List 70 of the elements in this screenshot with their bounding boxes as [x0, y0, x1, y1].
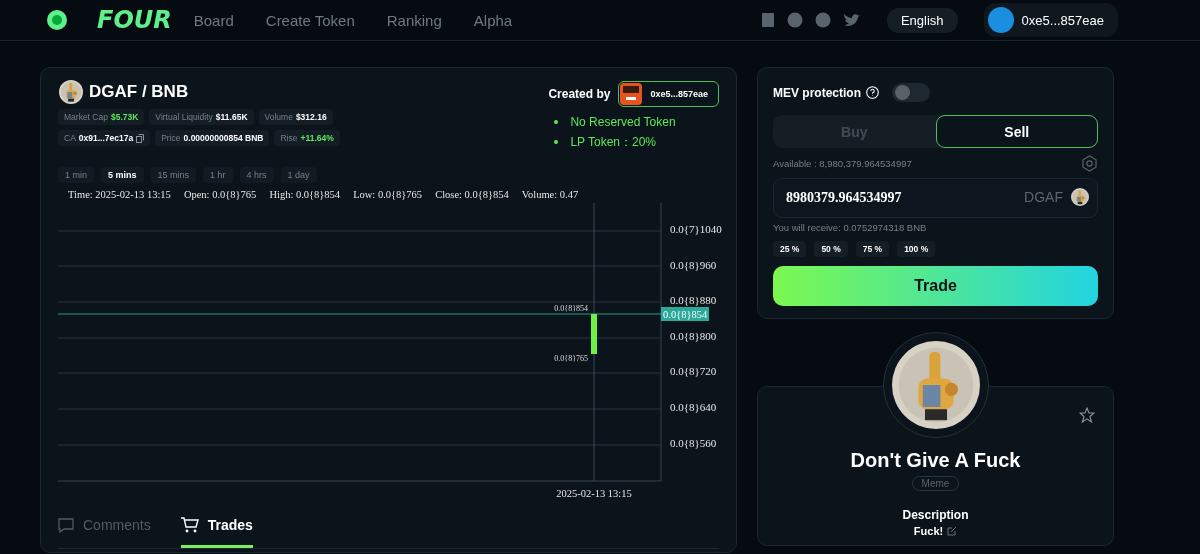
y-axis-label: 0.0{8}640 — [670, 401, 717, 413]
section-tab[interactable]: Trades — [180, 509, 253, 548]
chart-legend: Low: 0.0{8}765 — [353, 189, 423, 203]
twitter-icon[interactable] — [842, 13, 861, 27]
nav-link[interactable]: Alpha — [473, 11, 513, 29]
star-icon[interactable] — [1079, 407, 1095, 423]
pair-title: DGAF / BNB — [89, 82, 189, 102]
stat-chip: Volume $312.16 — [258, 109, 333, 125]
high-label: 0.0{8}854 — [554, 304, 588, 313]
price-tag: 0.0{8}854 — [661, 307, 709, 321]
robot-avatar-icon — [620, 83, 643, 105]
interval-tab[interactable]: 4 hrs — [239, 167, 274, 183]
logo-text: FOUR — [97, 6, 172, 34]
stat-chip: Virtual Liquidity $11.65K — [149, 109, 254, 125]
available-balance: Available : 8,980,379.964534997 — [773, 158, 912, 169]
token-symbol: DGAF — [1024, 189, 1063, 205]
bullet-icon — [554, 120, 559, 124]
trade-button[interactable]: Trade — [773, 266, 1098, 306]
chat-icon — [58, 517, 74, 533]
edit-icon[interactable] — [947, 526, 958, 536]
y-axis-label: 0.0{8}560 — [670, 437, 717, 449]
interval-tab[interactable]: 1 day — [280, 167, 317, 183]
stat-chip: Market Cap $5.73K — [58, 109, 145, 125]
token-note: No Reserved Token — [570, 115, 676, 129]
receive-estimate: You will receive: 0.0752974318 BNB — [773, 222, 928, 233]
interval-tab[interactable]: 15 mins — [150, 167, 197, 183]
y-axis-label: 0.0{8}880 — [670, 294, 717, 306]
creator-address[interactable]: 0xe5...857eae — [618, 81, 719, 107]
y-axis-label: 0.0{8}960 — [670, 259, 717, 271]
percent-button[interactable]: 50 % — [814, 241, 848, 257]
copy-icon[interactable] — [136, 133, 145, 143]
low-label: 0.0{8}765 — [554, 354, 588, 363]
logo-icon — [45, 8, 69, 32]
x-axis-label: 2025-02-13 13:15 — [556, 488, 632, 499]
y-axis-label: 0.0{8}800 — [670, 330, 717, 342]
interval-tab[interactable]: 1 min — [58, 167, 94, 183]
mev-label: MEV protection — [773, 85, 861, 100]
settings-icon[interactable] — [1081, 155, 1098, 172]
candlestick — [591, 314, 597, 354]
created-by-label: Created by — [548, 87, 611, 101]
stat-chip: Rise +11.64% — [274, 130, 340, 146]
chart-legend: High: 0.0{8}854 — [269, 189, 341, 203]
chart-legend: Time: 2025-02-13 13:15 — [68, 189, 171, 203]
percent-button[interactable]: 75 % — [855, 241, 890, 257]
chart-legend: Close: 0.0{8}854 — [435, 189, 509, 203]
stat-chip: Price 0.00000000854 BNB — [155, 130, 270, 146]
token-note: LP Token：20% — [570, 135, 657, 149]
chart-legend: Volume: 0.47 — [521, 189, 579, 203]
interval-tab[interactable]: 5 mins — [101, 167, 144, 183]
nav-link[interactable]: Board — [193, 11, 234, 29]
y-axis-label: 0.0{8}720 — [670, 365, 717, 377]
stat-chip: CA 0x91...7ec17a — [58, 130, 151, 146]
bullet-icon — [554, 140, 559, 144]
wallet-button[interactable]: 0xe5...857eae — [983, 3, 1118, 37]
language-select[interactable]: English — [886, 7, 958, 33]
token-name: Don't Give A Fuck — [850, 449, 1021, 472]
description-label: Description — [902, 508, 969, 522]
side-tab[interactable]: Sell — [935, 115, 1098, 148]
nav-link[interactable]: Ranking — [386, 11, 442, 29]
y-axis-label: 0.0{7}1040 — [670, 223, 722, 235]
interval-tab[interactable]: 1 hr — [203, 167, 233, 183]
description-text: Fuck! — [913, 525, 944, 537]
mev-toggle[interactable] — [892, 83, 930, 102]
nav-link[interactable]: Create Token — [265, 11, 355, 29]
wallet-icon — [987, 7, 1014, 33]
help-icon[interactable] — [866, 86, 879, 99]
percent-button[interactable]: 25 % — [773, 241, 807, 257]
cart-icon — [180, 517, 199, 533]
chart-legend: Open: 0.0{8}765 — [183, 189, 257, 203]
percent-button[interactable]: 100 % — [897, 241, 936, 257]
